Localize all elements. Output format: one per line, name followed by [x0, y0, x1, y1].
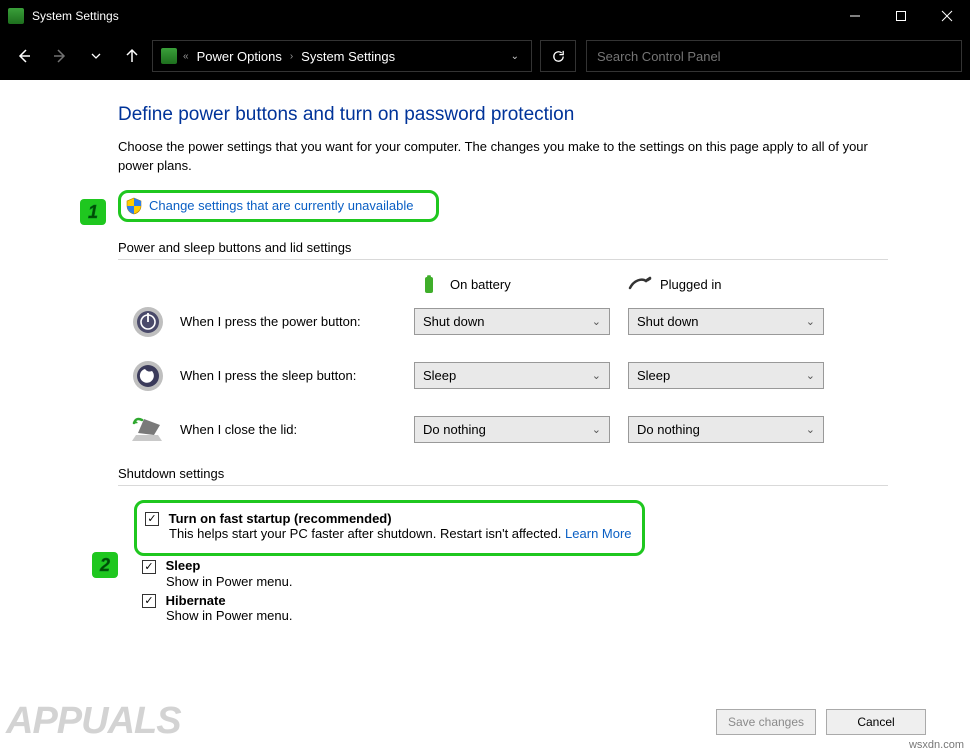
chevron-down-icon: ⌄ [592, 369, 601, 382]
power-plugged-select[interactable]: Shut down⌄ [628, 308, 824, 335]
fast-startup-checkbox[interactable]: ✓ [145, 512, 159, 526]
footer-buttons: Save changes Cancel [716, 709, 926, 735]
power-button-row: When I press the power button: Shut down… [118, 304, 922, 340]
buttons-and-lid-section: Power and sleep buttons and lid settings… [118, 240, 922, 448]
nav-forward-button[interactable] [44, 40, 76, 72]
fast-startup-label: Turn on fast startup (recommended) [169, 511, 392, 526]
nav-up-button[interactable] [116, 40, 148, 72]
watermark-text: APPUALS [6, 700, 181, 743]
lid-row: When I close the lid: Do nothing⌄ Do not… [118, 412, 922, 448]
lid-label: When I close the lid: [180, 422, 414, 437]
plug-icon [628, 274, 650, 296]
laptop-lid-icon [130, 412, 166, 448]
section-divider [118, 259, 888, 260]
chevron-down-icon: ⌄ [806, 423, 815, 436]
cancel-button[interactable]: Cancel [826, 709, 926, 735]
on-battery-label: On battery [450, 277, 511, 292]
sleep-option-label: Sleep [166, 558, 201, 573]
navigation-toolbar: « Power Options › System Settings ⌄ [0, 32, 970, 80]
chevron-down-icon: ⌄ [592, 423, 601, 436]
chevron-down-icon: ⌄ [592, 315, 601, 328]
shutdown-settings-section: Shutdown settings ✓ Turn on fast startup… [118, 466, 922, 624]
sleep-plugged-select[interactable]: Sleep⌄ [628, 362, 824, 389]
sleep-button-row: When I press the sleep button: Sleep⌄ Sl… [118, 358, 922, 394]
power-button-label: When I press the power button: [180, 314, 414, 329]
lid-battery-select[interactable]: Do nothing⌄ [414, 416, 610, 443]
sleep-option: ✓ Sleep Show in Power menu. [142, 558, 922, 589]
battery-icon [418, 274, 440, 296]
fast-startup-option: ✓ Turn on fast startup (recommended) Thi… [145, 511, 632, 542]
sleep-option-desc: Show in Power menu. [166, 574, 922, 589]
power-battery-select[interactable]: Shut down⌄ [414, 308, 610, 335]
chevron-down-icon: ⌄ [806, 369, 815, 382]
chevron-down-icon: ⌄ [806, 315, 815, 328]
sleep-button-icon [130, 358, 166, 394]
breadcrumb-power-options[interactable]: Power Options [197, 49, 282, 64]
sleep-checkbox[interactable]: ✓ [142, 560, 156, 574]
breadcrumb-dropdown[interactable]: ⌄ [503, 51, 527, 62]
section-divider [118, 485, 888, 486]
buttons-section-title: Power and sleep buttons and lid settings [118, 240, 922, 255]
annotation-marker-1: 1 [80, 199, 106, 225]
chevron-right-icon: › [290, 51, 293, 62]
power-button-icon [130, 304, 166, 340]
maximize-button[interactable] [878, 0, 924, 32]
sleep-battery-select[interactable]: Sleep⌄ [414, 362, 610, 389]
plugged-in-label: Plugged in [660, 277, 721, 292]
close-button[interactable] [924, 0, 970, 32]
change-settings-highlight: Change settings that are currently unava… [118, 190, 439, 222]
save-changes-button[interactable]: Save changes [716, 709, 816, 735]
search-input[interactable] [586, 40, 962, 72]
app-icon [8, 8, 24, 24]
minimize-button[interactable] [832, 0, 878, 32]
window-titlebar: System Settings [0, 0, 970, 32]
location-icon [161, 48, 177, 64]
hibernate-option-label: Hibernate [166, 593, 226, 608]
shutdown-section-title: Shutdown settings [118, 466, 922, 481]
page-intro: Choose the power settings that you want … [118, 138, 888, 176]
source-caption: wsxdn.com [909, 739, 964, 751]
page-content: Define power buttons and turn on passwor… [0, 80, 970, 623]
fast-startup-desc: This helps start your PC faster after sh… [169, 526, 632, 541]
hibernate-option-desc: Show in Power menu. [166, 608, 922, 623]
fast-startup-highlight: ✓ Turn on fast startup (recommended) Thi… [134, 500, 645, 557]
hibernate-checkbox[interactable]: ✓ [142, 594, 156, 608]
window-buttons [832, 0, 970, 32]
column-headers: On battery Plugged in [418, 274, 922, 296]
on-battery-header: On battery [418, 274, 628, 296]
change-settings-link[interactable]: Change settings that are currently unava… [149, 198, 414, 213]
window-title: System Settings [32, 9, 832, 23]
annotation-marker-2: 2 [92, 552, 118, 578]
breadcrumb-sep-icon: « [183, 51, 189, 62]
nav-back-button[interactable] [8, 40, 40, 72]
refresh-button[interactable] [540, 40, 576, 72]
shield-icon [125, 197, 143, 215]
plugged-in-header: Plugged in [628, 274, 838, 296]
recent-locations-button[interactable] [80, 40, 112, 72]
breadcrumb-system-settings[interactable]: System Settings [301, 49, 395, 64]
search-box-wrap [586, 40, 962, 72]
lid-plugged-select[interactable]: Do nothing⌄ [628, 416, 824, 443]
sleep-button-label: When I press the sleep button: [180, 368, 414, 383]
learn-more-link[interactable]: Learn More [565, 526, 631, 541]
hibernate-option: ✓ Hibernate Show in Power menu. [142, 593, 922, 624]
page-heading: Define power buttons and turn on passwor… [118, 104, 922, 126]
address-breadcrumb[interactable]: « Power Options › System Settings ⌄ [152, 40, 532, 72]
